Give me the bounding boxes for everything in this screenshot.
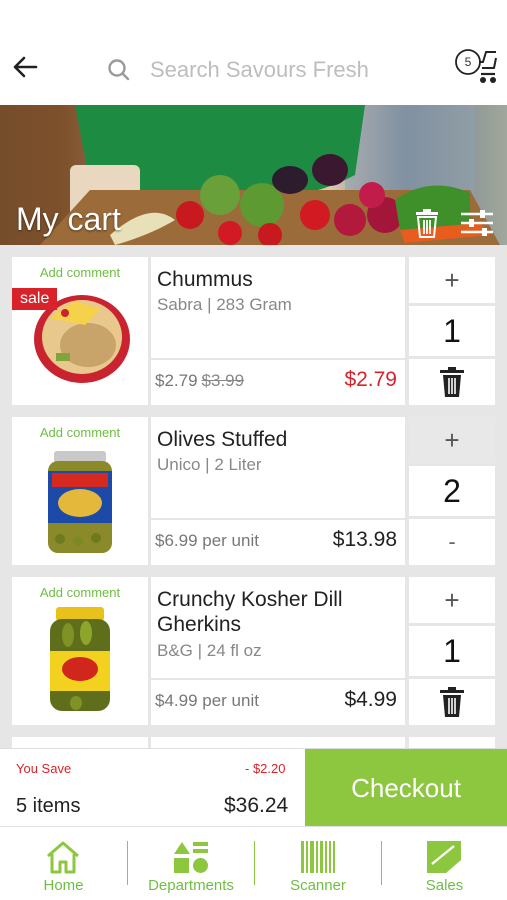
add-comment-link[interactable]: Add comment xyxy=(12,265,148,280)
original-price: $3.99 xyxy=(201,371,245,390)
product-brand-size: B&G | 24 fl oz xyxy=(157,641,262,660)
product-info-cell[interactable]: Crunchy Kosher Dill Gherkins B&G | 24 fl… xyxy=(151,577,405,725)
divider xyxy=(151,518,405,520)
departments-icon xyxy=(174,842,208,873)
trash-icon xyxy=(440,367,464,397)
cart-item: Add comment Olives Stuffed Unico | 2 Lit… xyxy=(12,417,495,565)
cart-total: $36.24 xyxy=(224,794,289,817)
trash-icon xyxy=(440,687,464,717)
unit-price: $6.99 per unit xyxy=(155,531,259,550)
product-image-gherkins xyxy=(50,607,110,711)
quantity-stepper: + 2 - xyxy=(409,417,495,565)
cart-banner: My cart xyxy=(0,105,507,245)
cart-item: Add comment sale Chummus Sabra | 283 Gra… xyxy=(12,257,495,405)
product-name: Olives Stuffed xyxy=(157,428,288,451)
product-brand-size: Unico | 2 Liter xyxy=(157,455,262,474)
add-comment-link[interactable]: Add comment xyxy=(12,425,148,440)
product-info-cell[interactable]: Olives Stuffed Unico | 2 Liter $6.99 per… xyxy=(151,417,405,565)
checkout-button[interactable]: Checkout xyxy=(305,749,507,827)
quantity-value: 1 xyxy=(409,626,495,676)
nav-item-scanner[interactable]: Scanner xyxy=(255,827,381,900)
product-info-cell[interactable]: Chummus Sabra | 283 Gram $2.79 $3.99 $2.7… xyxy=(151,257,405,405)
top-bar: 5 xyxy=(0,0,507,105)
add-comment-link[interactable]: Add comment xyxy=(12,585,148,600)
product-name: Chummus xyxy=(157,268,253,291)
quantity-stepper: + 1 xyxy=(409,577,495,725)
page-title: My cart xyxy=(16,201,121,237)
items-count: 5 items xyxy=(16,795,81,817)
clear-cart-trash-icon[interactable] xyxy=(414,208,440,238)
product-info-cell[interactable] xyxy=(151,737,405,748)
unit-price-value: $2.79 xyxy=(155,371,198,390)
cart-count-badge: 5 xyxy=(464,55,472,69)
quantity-value: 1 xyxy=(409,306,495,356)
nav-item-departments[interactable]: Departments xyxy=(128,827,254,900)
nav-item-sales[interactable]: Sales xyxy=(382,827,507,900)
cart-button[interactable]: 5 xyxy=(452,44,498,86)
increase-quantity-button[interactable]: + xyxy=(409,577,495,623)
nav-label: Scanner xyxy=(290,877,346,894)
divider xyxy=(151,678,405,680)
product-image-cell xyxy=(12,737,148,748)
back-arrow-icon[interactable] xyxy=(10,52,40,82)
line-total: $2.79 xyxy=(344,368,397,391)
product-name: Crunchy Kosher Dill Gherkins xyxy=(157,588,343,636)
nav-label: Home xyxy=(43,877,84,894)
sale-tag-icon xyxy=(427,841,461,873)
nav-item-home[interactable]: Home xyxy=(0,827,127,900)
barcode-icon xyxy=(301,841,335,873)
quantity-stepper xyxy=(409,737,495,748)
line-total: $4.99 xyxy=(344,688,397,711)
cart-item-list[interactable]: Add comment sale Chummus Sabra | 283 Gra… xyxy=(0,245,507,748)
product-brand-size: Sabra | 283 Gram xyxy=(157,295,292,314)
product-image-olives xyxy=(48,451,112,553)
remove-item-button[interactable] xyxy=(409,679,495,725)
you-save-amount: - $2.20 xyxy=(245,761,286,776)
bottom-navigation: Home Departments Scanner Sales xyxy=(0,826,507,900)
increase-quantity-button[interactable]: + xyxy=(409,417,495,463)
product-image-cell: Add comment xyxy=(12,417,148,565)
unit-price: $4.99 per unit xyxy=(155,691,259,710)
increase-quantity-button[interactable] xyxy=(409,737,495,748)
nav-label: Departments xyxy=(148,877,234,894)
product-image-cell: Add comment sale xyxy=(12,257,148,405)
product-image-cell: Add comment xyxy=(12,577,148,725)
decrease-quantity-button[interactable]: - xyxy=(409,519,495,565)
cart-item: Add comment Crunchy Kosher Dill Gherkins… xyxy=(12,577,495,725)
nav-label: Sales xyxy=(425,877,464,894)
search-input[interactable] xyxy=(150,52,420,88)
sale-badge: sale xyxy=(12,288,58,310)
increase-quantity-button[interactable]: + xyxy=(409,257,495,303)
line-total: $13.98 xyxy=(332,528,397,551)
search-icon xyxy=(108,59,130,81)
home-icon xyxy=(47,841,79,874)
cart-summary: You Save - $2.20 5 items $36.24 Checkout xyxy=(0,748,507,827)
unit-price: $2.79 $3.99 xyxy=(155,371,244,391)
quantity-stepper: + 1 xyxy=(409,257,495,405)
you-save-label: You Save xyxy=(16,761,72,776)
quantity-value: 2 xyxy=(409,466,495,516)
filter-sliders-icon[interactable] xyxy=(460,209,494,237)
divider xyxy=(151,358,405,360)
remove-item-button[interactable] xyxy=(409,359,495,405)
cart-item-partial xyxy=(12,737,495,748)
